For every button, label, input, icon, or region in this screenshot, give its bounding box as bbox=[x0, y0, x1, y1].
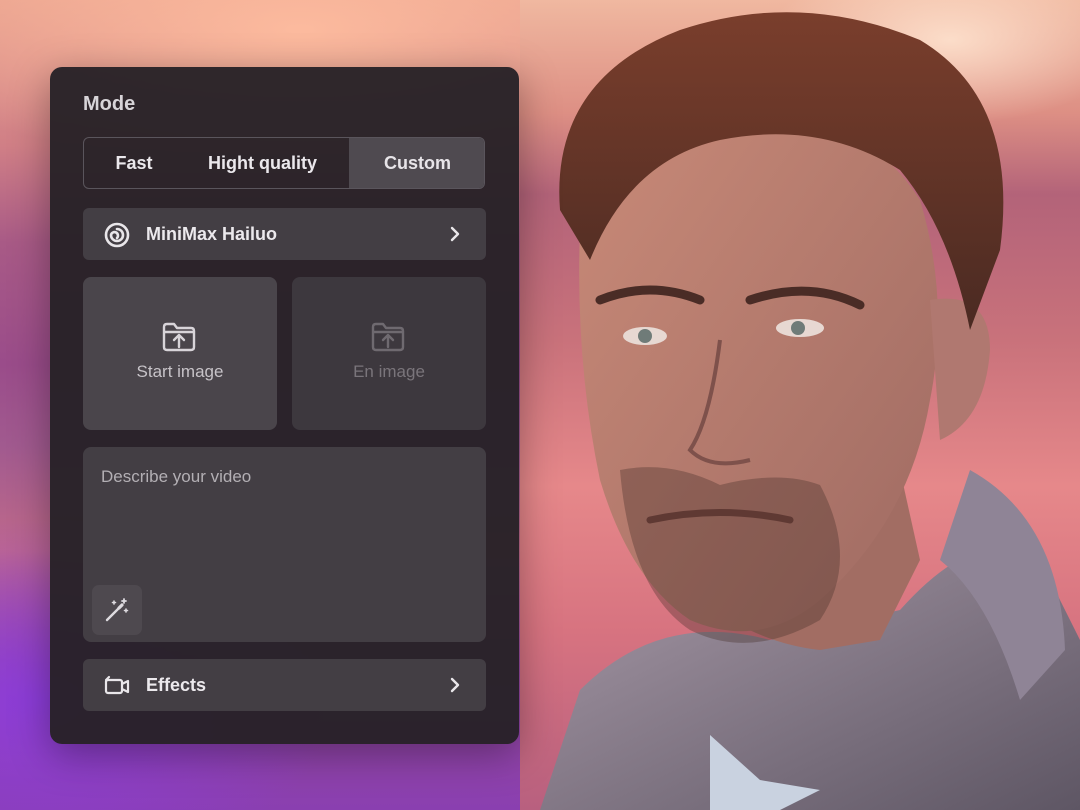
magic-wand-icon bbox=[105, 598, 129, 622]
generation-panel: Mode Fast Hight quality Custom MiniMax H… bbox=[50, 67, 519, 744]
background-portrait-photo bbox=[520, 0, 1080, 810]
end-image-upload[interactable]: En image bbox=[292, 277, 486, 430]
end-image-label: En image bbox=[353, 362, 425, 381]
start-image-upload[interactable]: Start image bbox=[83, 277, 277, 430]
video-camera-icon bbox=[104, 675, 130, 695]
start-image-label: Start image bbox=[136, 362, 224, 381]
mode-high-quality-tab[interactable]: Hight quality bbox=[184, 138, 341, 188]
model-selector-button[interactable]: MiniMax Hailuo bbox=[83, 208, 486, 260]
effects-label: Effects bbox=[146, 675, 207, 695]
model-name: MiniMax Hailuo bbox=[146, 224, 278, 244]
mode-selector: Fast Hight quality Custom bbox=[83, 137, 485, 189]
folder-upload-icon bbox=[162, 322, 196, 352]
folder-upload-icon bbox=[371, 322, 405, 352]
effects-button[interactable]: Effects bbox=[83, 659, 486, 711]
video-description-input[interactable]: Describe your video bbox=[83, 447, 486, 642]
mode-title: Mode bbox=[83, 93, 136, 115]
chevron-right-icon bbox=[450, 226, 460, 242]
minimax-logo-icon bbox=[104, 222, 130, 248]
mode-fast-tab[interactable]: Fast bbox=[84, 138, 184, 188]
mode-custom-tab[interactable]: Custom bbox=[349, 138, 484, 188]
chevron-right-icon bbox=[450, 677, 460, 693]
magic-wand-button[interactable] bbox=[92, 585, 142, 635]
prompt-placeholder: Describe your video bbox=[101, 467, 252, 486]
